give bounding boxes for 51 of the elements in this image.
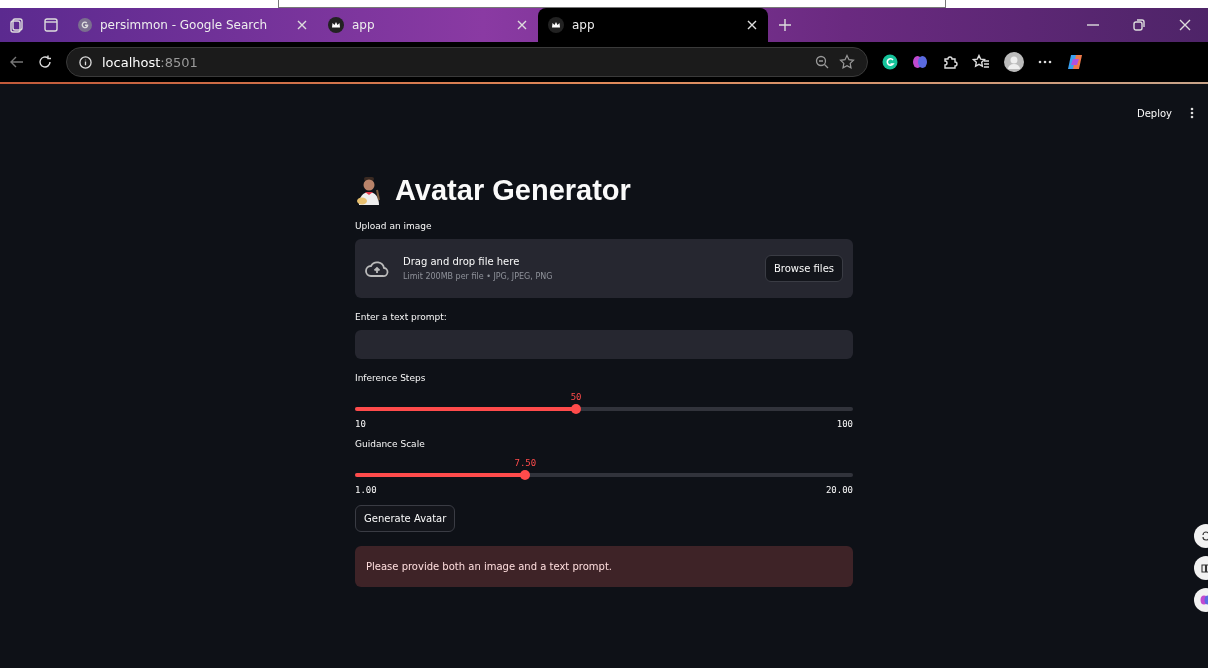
slider-thumb[interactable]	[571, 404, 582, 414]
field-label: Upload an image	[355, 221, 433, 231]
tab-sidebar-icon[interactable]	[44, 18, 58, 32]
slider-label: Inference Steps	[355, 373, 427, 383]
restore-icon[interactable]	[1133, 19, 1145, 31]
zoom-out-icon[interactable]	[815, 55, 829, 69]
slider-value: 7.50	[514, 458, 537, 468]
book-icon	[1201, 563, 1208, 573]
crown-icon	[328, 17, 344, 33]
favorites-icon[interactable]	[972, 54, 990, 70]
google-icon	[78, 18, 92, 32]
copilot-icon[interactable]	[1066, 53, 1084, 71]
field-label: Enter a text prompt:	[355, 312, 448, 322]
error-alert: Please provide both an image and a text prompt.	[355, 546, 853, 587]
star-icon[interactable]	[839, 54, 855, 70]
slider-min: 1.00	[355, 485, 377, 495]
page-title: Avatar Generator	[395, 174, 631, 207]
close-icon[interactable]	[1179, 19, 1191, 31]
browser-tab[interactable]: app	[538, 8, 768, 42]
refresh-icon[interactable]	[38, 55, 52, 69]
limit-text: Limit 200MB per file • JPG, JPEG, PNG	[403, 272, 554, 281]
plus-icon[interactable]	[778, 18, 792, 32]
slider-label: Guidance Scale	[355, 439, 426, 449]
refresh-icon	[1201, 531, 1208, 541]
slider-max: 20.00	[825, 485, 853, 495]
artist-icon	[355, 175, 383, 206]
profile-icon[interactable]	[1004, 52, 1024, 72]
drop-text: Drag and drop file here	[403, 256, 521, 267]
menu-icon[interactable]	[1190, 107, 1194, 119]
more-icon[interactable]	[1038, 60, 1052, 64]
prompt-field[interactable]	[355, 330, 853, 359]
browse-button[interactable]: Browse files	[764, 255, 843, 282]
info-icon[interactable]	[79, 55, 92, 69]
cloud-upload-icon	[365, 259, 389, 278]
slider-value: 50	[570, 392, 582, 402]
address-bar[interactable]: localhost:8501	[66, 47, 868, 77]
generate-button[interactable]: Generate Avatar	[355, 505, 456, 532]
deploy-button[interactable]: Deploy	[1133, 105, 1176, 121]
extensions-icon[interactable]	[942, 54, 958, 70]
workspaces-icon[interactable]	[9, 17, 25, 33]
close-icon[interactable]	[746, 19, 758, 31]
browser-tab[interactable]: persimmon - Google Search	[68, 8, 318, 42]
slider-min: 10	[355, 419, 366, 429]
browser-tab[interactable]: app	[318, 8, 538, 42]
file-dropzone[interactable]: Drag and drop file here Limit 200MB per file • JPG, JPEG, PNG Browse files	[355, 239, 853, 298]
brain-icon[interactable]	[912, 54, 928, 70]
back-icon[interactable]	[10, 56, 24, 68]
slider-thumb[interactable]	[520, 470, 531, 480]
crown-icon	[548, 17, 564, 33]
grammar-icon[interactable]	[882, 54, 898, 70]
slider-max: 100	[836, 419, 853, 429]
